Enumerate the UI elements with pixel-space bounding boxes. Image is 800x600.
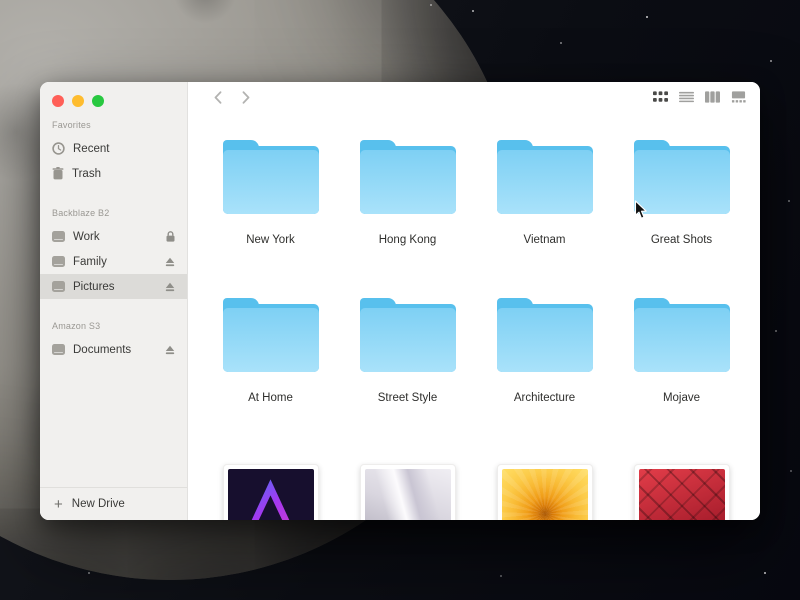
folder-item[interactable]: At Home <box>223 298 319 404</box>
folder-name: Hong Kong <box>379 234 437 246</box>
eject-button[interactable] <box>165 345 175 355</box>
eject-button[interactable] <box>165 257 175 267</box>
sidebar-item-trash[interactable]: Trash <box>40 161 187 186</box>
image-thumbnail-item[interactable] <box>497 456 593 520</box>
sidebar-item-label: Recent <box>73 143 109 155</box>
new-drive-button[interactable]: + New Drive <box>40 487 187 520</box>
image-thumbnail-item[interactable] <box>223 456 319 520</box>
folder-icon <box>497 140 593 214</box>
gallery-view-button[interactable] <box>731 91 746 103</box>
folder-item[interactable]: Vietnam <box>497 140 593 246</box>
section-title-amazon: Amazon S3 <box>52 321 187 331</box>
lock-icon <box>166 231 175 242</box>
eject-button[interactable] <box>165 282 175 292</box>
plus-icon: + <box>54 497 63 512</box>
toolbar <box>189 82 760 112</box>
chevron-right-icon <box>242 91 250 104</box>
thumbnail-card <box>223 464 319 520</box>
window-controls <box>52 95 104 107</box>
sidebar-item-family[interactable]: Family <box>40 249 187 274</box>
trash-icon <box>52 167 64 180</box>
folder-name: Mojave <box>663 392 700 404</box>
column-view-button[interactable] <box>705 91 720 103</box>
folder-name: Architecture <box>514 392 575 404</box>
thumbnail-card <box>497 464 593 520</box>
sidebar: Favorites Recent Trash Backblaze B2 Work <box>40 82 188 520</box>
sidebar-item-label: Pictures <box>73 281 115 293</box>
minimize-button[interactable] <box>72 95 84 107</box>
section-title-favorites: Favorites <box>52 120 187 130</box>
sidebar-item-label: Documents <box>73 344 131 356</box>
yellow-flower-image <box>502 469 588 520</box>
sidebar-item-label: Work <box>73 231 100 243</box>
list-view-button[interactable] <box>679 91 694 103</box>
folder-icon <box>497 298 593 372</box>
folder-name: New York <box>246 234 295 246</box>
folder-item[interactable]: Mojave <box>634 298 730 404</box>
sidebar-item-work[interactable]: Work <box>40 224 187 249</box>
sidebar-item-label: Trash <box>72 168 101 180</box>
folder-item[interactable]: Great Shots <box>634 140 730 246</box>
mouse-cursor <box>634 200 648 225</box>
forward-button[interactable] <box>237 88 255 106</box>
clock-icon <box>52 142 65 155</box>
drive-icon <box>52 344 65 355</box>
red-cubes-image <box>639 469 725 520</box>
eject-icon <box>165 282 175 292</box>
stars <box>0 0 2 2</box>
folder-item[interactable]: Architecture <box>497 298 593 404</box>
new-drive-label: New Drive <box>72 498 125 510</box>
thumbnail-card <box>360 464 456 520</box>
image-thumbnail-item[interactable] <box>634 456 730 520</box>
chevron-left-icon <box>214 91 222 104</box>
folder-name: Vietnam <box>524 234 566 246</box>
grid-view-button[interactable] <box>653 91 668 103</box>
folder-icon <box>360 298 456 372</box>
drive-icon <box>52 281 65 292</box>
white-abstract-image <box>365 469 451 520</box>
sidebar-item-pictures[interactable]: Pictures <box>40 274 187 299</box>
gallery-view-icon <box>731 91 746 103</box>
folder-icon <box>223 140 319 214</box>
view-switcher <box>653 91 746 103</box>
column-view-icon <box>705 91 720 103</box>
drive-icon <box>52 231 65 242</box>
folder-name: Street Style <box>378 392 437 404</box>
folder-item[interactable]: New York <box>223 140 319 246</box>
file-manager-window: Favorites Recent Trash Backblaze B2 Work <box>40 82 760 520</box>
list-view-icon <box>679 91 694 103</box>
main-area: New York Hong Kong Vietnam Great Shots A… <box>189 82 760 520</box>
folder-icon <box>360 140 456 214</box>
sidebar-item-label: Family <box>73 256 107 268</box>
folder-icon <box>634 298 730 372</box>
sidebar-item-recent[interactable]: Recent <box>40 136 187 161</box>
folder-icon <box>223 298 319 372</box>
section-title-backblaze: Backblaze B2 <box>52 208 187 218</box>
eject-icon <box>165 257 175 267</box>
folder-name: Great Shots <box>651 234 712 246</box>
sidebar-item-documents[interactable]: Documents <box>40 337 187 362</box>
eject-icon <box>165 345 175 355</box>
drive-icon <box>52 256 65 267</box>
purple-neon-triangle-image <box>228 469 314 520</box>
folder-grid: New York Hong Kong Vietnam Great Shots A… <box>189 112 760 520</box>
close-button[interactable] <box>52 95 64 107</box>
folder-name: At Home <box>248 392 293 404</box>
zoom-button[interactable] <box>92 95 104 107</box>
thumbnail-card <box>634 464 730 520</box>
grid-view-icon <box>653 91 668 103</box>
folder-item[interactable]: Hong Kong <box>360 140 456 246</box>
image-thumbnail-item[interactable] <box>360 456 456 520</box>
back-button[interactable] <box>209 88 227 106</box>
folder-item[interactable]: Street Style <box>360 298 456 404</box>
